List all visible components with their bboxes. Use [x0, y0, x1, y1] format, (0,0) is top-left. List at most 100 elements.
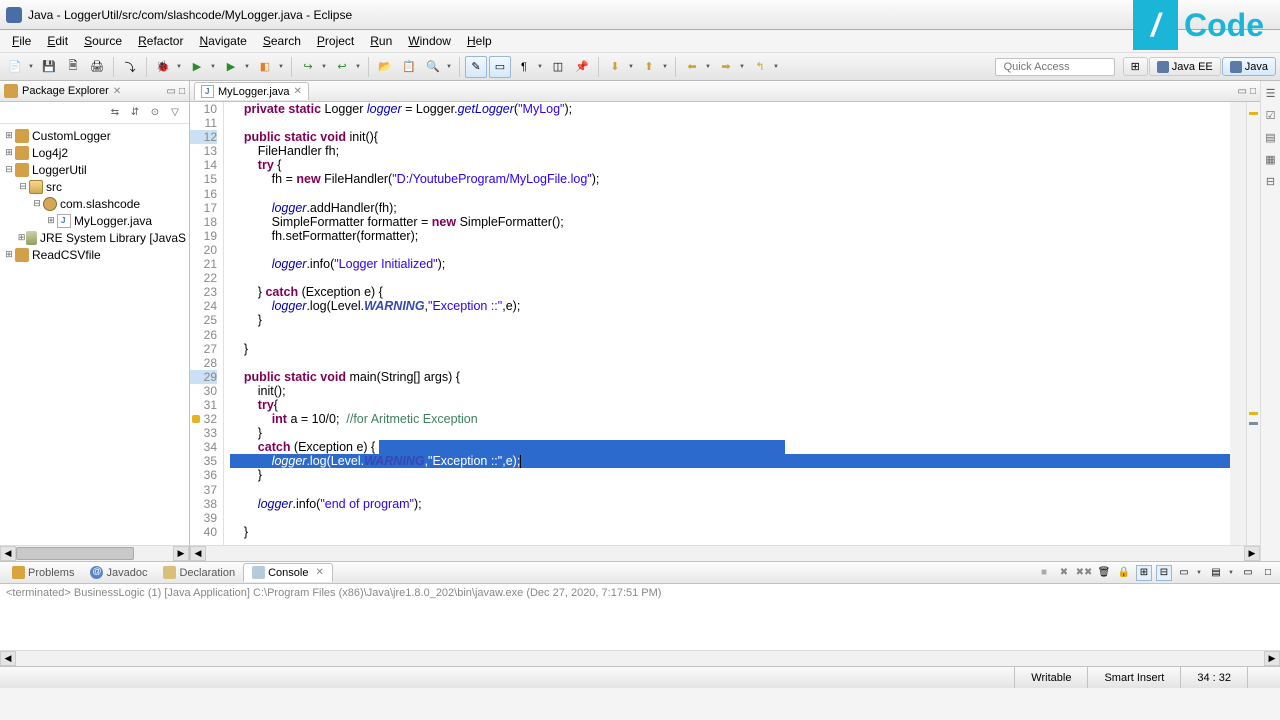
outline-icon[interactable]: ☰ — [1263, 85, 1279, 101]
editor-hscroll[interactable]: ◀▶ — [190, 545, 1260, 561]
maximize-icon[interactable]: □ — [179, 86, 185, 97]
editor-minimize-icon[interactable]: ▭ — [1238, 86, 1247, 97]
focus-icon[interactable]: ⊙ — [147, 105, 163, 121]
pin-editor-icon[interactable]: 📌 — [571, 56, 593, 78]
javadoc-tab[interactable]: @Javadoc — [82, 564, 155, 581]
editor-vscroll[interactable] — [1230, 102, 1246, 545]
status-position: 34 : 32 — [1180, 667, 1247, 688]
tree-item-src[interactable]: src — [3, 178, 186, 195]
pin-console-icon[interactable]: ⊟ — [1156, 565, 1172, 581]
perspective-java[interactable]: Java — [1222, 57, 1276, 76]
task-list-icon[interactable]: ☑ — [1263, 107, 1279, 123]
toggle-block-icon[interactable]: ▭ — [489, 56, 511, 78]
run-last-icon[interactable]: ▶ — [220, 56, 242, 78]
package-explorer-panel: Package Explorer ✕ ▭ □ ⇆ ⇵ ⊙ ▽ CustomLog… — [0, 81, 190, 561]
console-tab[interactable]: Console✕ — [243, 563, 333, 582]
package-explorer-tab[interactable]: Package Explorer ✕ ▭ □ — [0, 81, 189, 102]
overview-ruler[interactable] — [1246, 102, 1260, 545]
editor-tab-mylogger[interactable]: MyLogger.java ✕ — [194, 82, 309, 100]
menu-bar[interactable]: FileEditSourceRefactorNavigateSearchProj… — [0, 30, 1280, 53]
link-editor-icon[interactable]: ⇵ — [127, 105, 143, 121]
menu-navigate[interactable]: Navigate — [191, 31, 254, 51]
console-output: <terminated> BusinessLogic (1) [Java App… — [0, 584, 1280, 650]
declaration-tab[interactable]: Declaration — [155, 564, 243, 581]
code-editor[interactable]: 1011121314151617181920212223242526272829… — [190, 102, 1260, 545]
scroll-lock-icon[interactable]: 🔒 — [1116, 565, 1132, 581]
mark-occurrences-icon[interactable]: ✎ — [465, 56, 487, 78]
menu-window[interactable]: Window — [400, 31, 459, 51]
menu-file[interactable]: File — [4, 31, 39, 51]
perspective-switcher: ⊞ Java EE Java — [1123, 57, 1276, 76]
display-selected-icon[interactable]: ▭ — [1176, 565, 1192, 581]
tree-item-customlogger[interactable]: CustomLogger — [3, 127, 186, 144]
status-bar: Writable Smart Insert 34 : 32 — [0, 666, 1280, 688]
java-file-icon — [201, 85, 214, 98]
remove-launch-icon[interactable]: ✖ — [1056, 565, 1072, 581]
console-hscroll[interactable]: ◀▶ — [0, 650, 1280, 666]
clear-console-icon[interactable]: 🗑 — [1096, 565, 1112, 581]
save-all-icon[interactable]: 🗎 — [62, 56, 84, 78]
view-menu-icon[interactable]: ▽ — [167, 105, 183, 121]
save-icon[interactable]: 💾 — [38, 56, 60, 78]
new-package-icon[interactable]: ↪ — [297, 56, 319, 78]
editor-maximize-icon[interactable]: □ — [1250, 86, 1256, 97]
close-tab-icon[interactable]: ✕ — [294, 86, 302, 97]
perspective-javaee[interactable]: Java EE — [1149, 57, 1221, 76]
package-explorer-toolbar: ⇆ ⇵ ⊙ ▽ — [0, 102, 189, 124]
console-min-icon[interactable]: ▭ — [1240, 565, 1256, 581]
tree-item-loggerutil[interactable]: LoggerUtil — [3, 161, 186, 178]
skip-breakpoints-icon[interactable]: ⤵ — [119, 56, 141, 78]
open-console-icon[interactable]: ▤ — [1208, 565, 1224, 581]
open-perspective-icon[interactable]: ⊞ — [1123, 57, 1148, 76]
back-icon[interactable]: ⬅ — [681, 56, 703, 78]
menu-edit[interactable]: Edit — [39, 31, 76, 51]
console-max-icon[interactable]: □ — [1260, 565, 1276, 581]
last-edit-icon[interactable]: ↰ — [749, 56, 771, 78]
open-task-icon[interactable]: 📋 — [398, 56, 420, 78]
hierarchy-icon[interactable]: ⊟ — [1263, 173, 1279, 189]
menu-project[interactable]: Project — [309, 31, 362, 51]
menu-run[interactable]: Run — [362, 31, 400, 51]
debug-icon[interactable]: 🐞 — [152, 56, 174, 78]
run-icon[interactable]: ▶ — [186, 56, 208, 78]
toggle-icon[interactable]: ▦ — [1263, 151, 1279, 167]
terminate-icon[interactable]: ■ — [1036, 565, 1052, 581]
new-class-icon[interactable]: ↩ — [331, 56, 353, 78]
project-tree[interactable]: CustomLoggerLog4j2LoggerUtilsrccom.slash… — [0, 124, 189, 545]
open-type-icon[interactable]: 📂 — [374, 56, 396, 78]
editor-area: MyLogger.java ✕ ▭ □ 10111213141516171819… — [190, 81, 1260, 561]
bottom-tabs: Problems @Javadoc Declaration Console✕ ■… — [0, 562, 1280, 584]
tree-item-mylogger-java[interactable]: MyLogger.java — [3, 212, 186, 229]
search-icon[interactable]: 🔍 — [422, 56, 444, 78]
menu-search[interactable]: Search — [255, 31, 309, 51]
title-bar: Java - LoggerUtil/src/com/slashcode/MyLo… — [0, 0, 1280, 30]
tree-item-com-slashcode[interactable]: com.slashcode — [3, 195, 186, 212]
remove-all-icon[interactable]: ✖✖ — [1076, 565, 1092, 581]
brand-logo: / Code — [1133, 0, 1270, 50]
outline2-icon[interactable]: ▤ — [1263, 129, 1279, 145]
next-annotation-icon[interactable]: ⬇ — [604, 56, 626, 78]
collapse-all-icon[interactable]: ⇆ — [107, 105, 123, 121]
tree-item-log4j2[interactable]: Log4j2 — [3, 144, 186, 161]
tree-item-readcsvfile[interactable]: ReadCSVfile — [3, 246, 186, 263]
prev-annotation-icon[interactable]: ⬆ — [638, 56, 660, 78]
tree-item-jre-system-library-javas[interactable]: JRE System Library [JavaS — [3, 229, 186, 246]
status-insert: Smart Insert — [1087, 667, 1180, 688]
package-explorer-icon — [4, 84, 18, 98]
print-icon[interactable]: 🖨 — [86, 56, 108, 78]
toggle-mark-icon[interactable]: ◫ — [547, 56, 569, 78]
coverage-icon[interactable]: ◧ — [254, 56, 276, 78]
forward-icon[interactable]: ➡ — [715, 56, 737, 78]
quick-access-input[interactable] — [995, 58, 1115, 76]
minimize-icon[interactable]: ▭ — [167, 86, 176, 97]
status-writable: Writable — [1014, 667, 1087, 688]
menu-help[interactable]: Help — [459, 31, 500, 51]
new-icon[interactable]: 📄 — [4, 56, 26, 78]
menu-source[interactable]: Source — [76, 31, 130, 51]
problems-tab[interactable]: Problems — [4, 564, 82, 581]
explorer-hscroll[interactable]: ◀▶ — [0, 545, 189, 561]
right-trim: ☰ ☑ ▤ ▦ ⊟ — [1260, 81, 1280, 561]
menu-refactor[interactable]: Refactor — [130, 31, 191, 51]
show-console-icon[interactable]: ⊞ — [1136, 565, 1152, 581]
show-whitespace-icon[interactable]: ¶ — [513, 56, 535, 78]
